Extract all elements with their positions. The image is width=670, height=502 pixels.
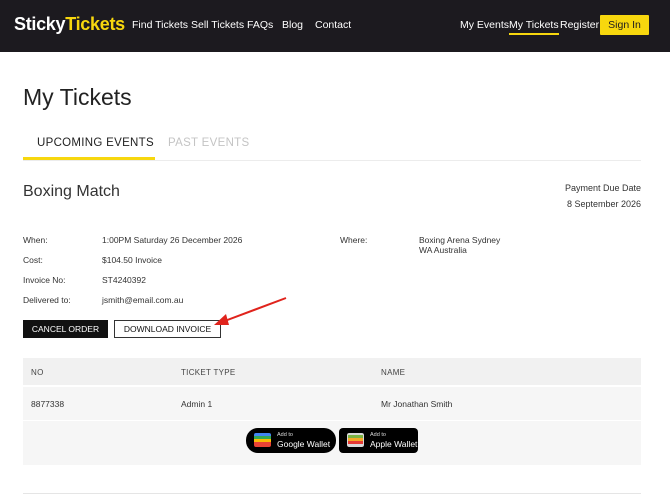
nav-my-events[interactable]: My Events xyxy=(460,19,509,31)
apple-wallet-icon xyxy=(347,433,364,447)
ticket-holder-name: Mr Jonathan Smith xyxy=(381,399,453,409)
add-to-google-wallet-button[interactable]: Add to Google Wallet xyxy=(246,428,336,453)
venue-location: WA Australia xyxy=(419,245,467,255)
add-to-apple-wallet-button[interactable]: Add to Apple Wallet xyxy=(339,428,418,453)
where-label: Where: xyxy=(340,235,368,245)
cancel-order-button[interactable]: CANCEL ORDER xyxy=(23,320,108,338)
column-header-no: NO xyxy=(31,368,44,377)
bottom-divider xyxy=(23,493,641,494)
google-wallet-label: Google Wallet xyxy=(277,439,331,449)
tickets-table-header xyxy=(23,358,641,385)
delivered-to-value: jsmith@email.com.au xyxy=(102,295,184,305)
when-label: When: xyxy=(23,235,48,245)
apple-wallet-small-text: Add to xyxy=(370,432,386,438)
top-navbar: StickyTickets Find Tickets Sell Tickets … xyxy=(0,0,670,52)
tab-past-events[interactable]: PAST EVENTS xyxy=(168,137,249,149)
nav-contact[interactable]: Contact xyxy=(315,19,351,31)
column-header-name: NAME xyxy=(381,368,406,377)
page-title: My Tickets xyxy=(23,84,132,110)
apple-wallet-label: Apple Wallet xyxy=(370,439,418,449)
tab-upcoming-events[interactable]: UPCOMING EVENTS xyxy=(23,137,155,160)
nav-faqs[interactable]: FAQs xyxy=(247,19,273,31)
nav-blog[interactable]: Blog xyxy=(282,19,303,31)
delivered-to-label: Delivered to: xyxy=(23,295,71,305)
nav-sell-tickets[interactable]: Sell Tickets xyxy=(191,19,244,31)
cost-label: Cost: xyxy=(23,255,43,265)
logo-text-tickets: Tickets xyxy=(65,14,125,34)
nav-my-tickets[interactable]: My Tickets xyxy=(509,19,559,35)
nav-find-tickets[interactable]: Find Tickets xyxy=(132,19,188,31)
tabs-divider xyxy=(23,160,641,161)
payment-due-date: 8 September 2026 xyxy=(566,199,641,209)
invoice-no-label: Invoice No: xyxy=(23,275,66,285)
invoice-no-value: ST4240392 xyxy=(102,275,146,285)
sign-in-button[interactable]: Sign In xyxy=(600,15,649,35)
download-invoice-button[interactable]: DOWNLOAD INVOICE xyxy=(114,320,221,338)
ticket-type: Admin 1 xyxy=(181,399,213,409)
venue-name: Boxing Arena Sydney xyxy=(419,235,501,245)
event-title: Boxing Match xyxy=(23,183,120,200)
nav-register[interactable]: Register xyxy=(560,19,599,31)
when-value: 1:00PM Saturday 26 December 2026 xyxy=(102,235,243,245)
payment-due-label: Payment Due Date xyxy=(564,183,641,193)
google-wallet-icon xyxy=(254,433,271,447)
site-logo[interactable]: StickyTickets xyxy=(14,14,125,35)
logo-text-sticky: Sticky xyxy=(14,14,66,34)
where-value: Boxing Arena Sydney WA Australia xyxy=(419,235,500,255)
ticket-number: 8877338 xyxy=(31,399,65,409)
cost-value: $104.50 Invoice xyxy=(102,255,163,265)
table-row xyxy=(23,387,641,420)
column-header-ticket-type: TICKET TYPE xyxy=(181,368,236,377)
google-wallet-small-text: Add to xyxy=(277,432,293,438)
